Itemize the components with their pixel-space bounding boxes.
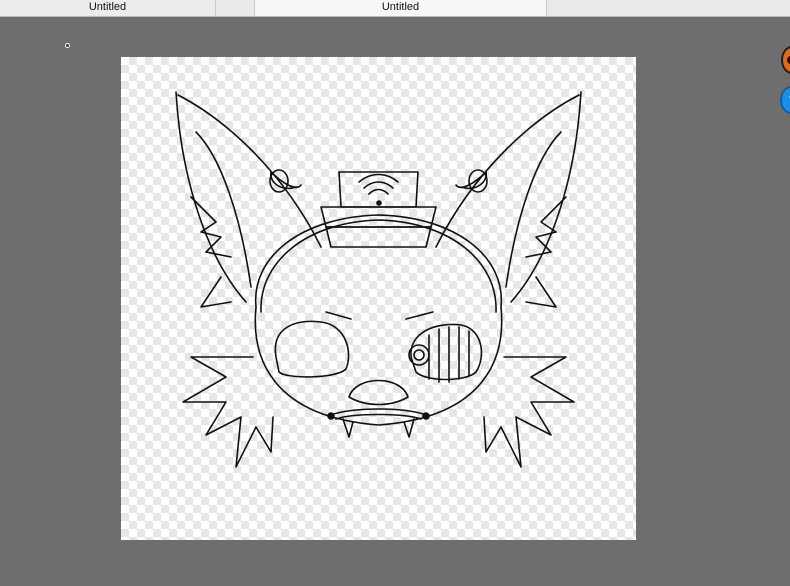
drawing-canvas[interactable] [121,57,636,540]
brush-cursor [65,43,70,48]
document-tab-2-active[interactable]: Untitled [254,0,547,16]
document-tab-bar: Untitled Untitled [0,0,790,17]
character-sketch [175,91,582,468]
document-tab-1[interactable]: Untitled [0,0,216,16]
